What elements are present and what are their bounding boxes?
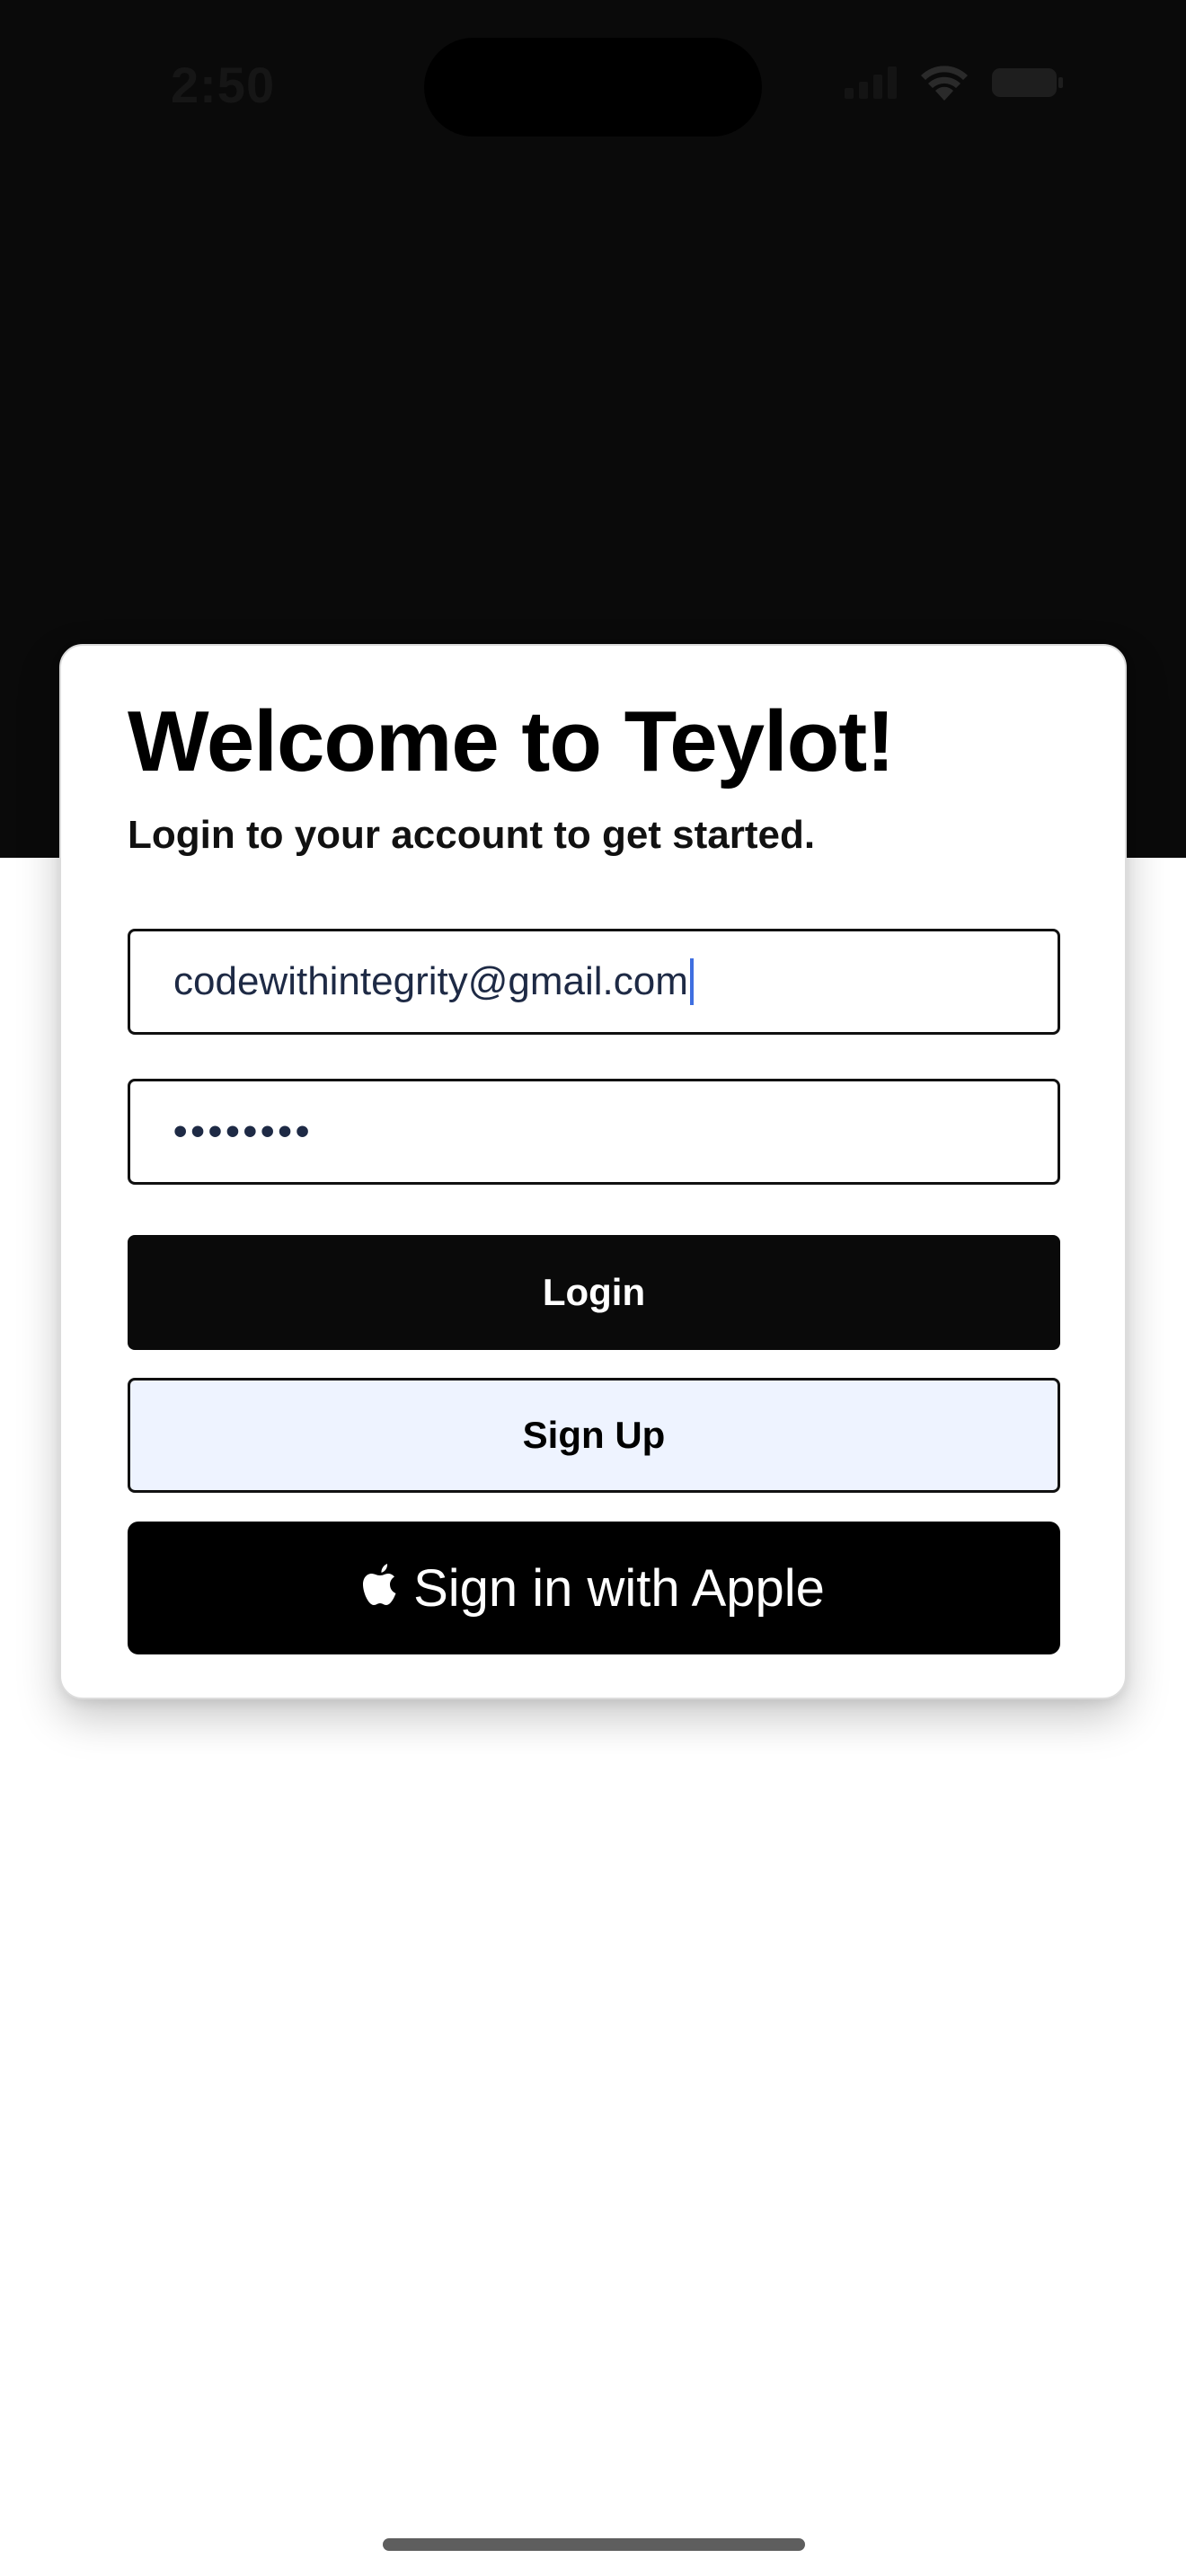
page-subtitle: Login to your account to get started. bbox=[128, 813, 816, 857]
status-icons bbox=[845, 65, 1064, 101]
login-button[interactable]: Login bbox=[128, 1235, 1060, 1350]
signup-button[interactable]: Sign Up bbox=[128, 1378, 1060, 1493]
cellular-signal-icon bbox=[845, 66, 897, 99]
status-time: 2:50 bbox=[171, 57, 276, 113]
status-bar: 2:50 bbox=[0, 0, 1186, 171]
email-value: codewithintegrity@gmail.com bbox=[173, 959, 688, 1003]
apple-button-label: Sign in with Apple bbox=[413, 1558, 825, 1618]
battery-icon bbox=[992, 68, 1063, 97]
dynamic-island bbox=[424, 38, 762, 137]
password-mask: •••••••• bbox=[173, 1109, 314, 1153]
signup-button-label: Sign Up bbox=[522, 1414, 666, 1456]
apple-logo-icon bbox=[363, 1564, 396, 1605]
sign-in-with-apple-button[interactable]: Sign in with Apple bbox=[128, 1522, 1060, 1654]
home-indicator[interactable] bbox=[383, 2538, 805, 2551]
login-button-label: Login bbox=[542, 1271, 646, 1313]
password-field[interactable]: •••••••• bbox=[128, 1079, 1060, 1185]
page-title: Welcome to Teylot! bbox=[128, 693, 895, 790]
login-card: Welcome to Teylot! Login to your account… bbox=[59, 644, 1127, 1699]
text-caret bbox=[689, 958, 694, 1005]
email-field[interactable]: codewithintegrity@gmail.com bbox=[128, 929, 1060, 1035]
wifi-icon bbox=[921, 66, 968, 101]
